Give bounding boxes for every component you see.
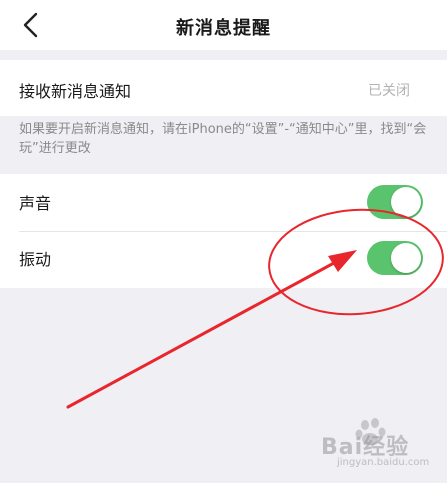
vibration-toggle[interactable] <box>367 241 423 275</box>
sound-toggle-knob <box>391 187 421 217</box>
receive-notifications-row[interactable]: 接收新消息通知 已关闭 <box>0 60 447 116</box>
vibration-label: 振动 <box>19 250 52 269</box>
receive-notifications-label: 接收新消息通知 <box>19 82 132 101</box>
navigation-bar: 新消息提醒 <box>0 0 447 50</box>
vibration-toggle-knob <box>391 243 421 273</box>
settings-row-sound: 声音 <box>0 174 447 231</box>
settings-row-vibration: 振动 <box>0 232 447 288</box>
notification-status-value: 已关闭 <box>368 83 410 99</box>
watermark-url: jingyan.baidu.com <box>337 457 430 468</box>
sound-toggle[interactable] <box>367 185 423 219</box>
baidu-jingyan-watermark: Bai经验 jingyan.baidu.com <box>317 417 437 475</box>
notification-hint-text: 如果要开启新消息通知，请在iPhone的“设置”-“通知中心”里，找到“会玩”进… <box>19 122 427 156</box>
sound-label: 声音 <box>19 194 52 213</box>
page-title: 新消息提醒 <box>176 18 271 39</box>
